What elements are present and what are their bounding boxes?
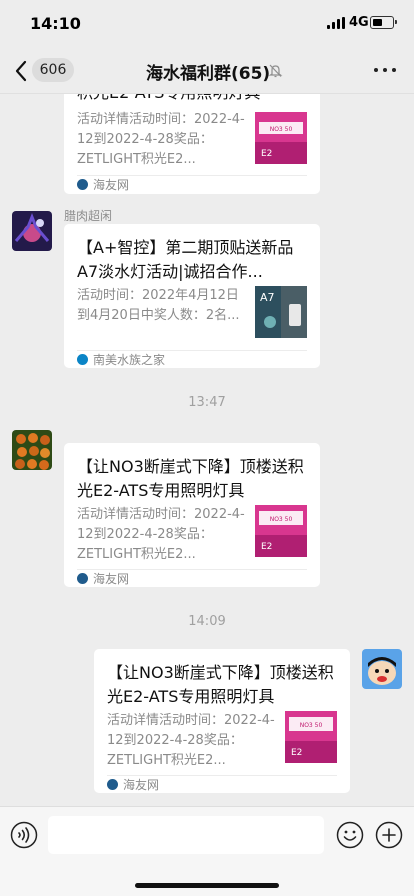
timestamp: 14:09 xyxy=(188,614,226,629)
home-indicator xyxy=(135,883,279,888)
status-bar: 14:10 4G xyxy=(0,0,414,46)
chat-title: 海水福利群(65) xyxy=(146,64,271,84)
source-logo-icon xyxy=(77,573,88,584)
svg-text:E2: E2 xyxy=(261,149,272,159)
message-card[interactable]: 【让NO3断崖式下降】顶楼送积光E2-ATS专用照明灯具 活动详情活动时间：20… xyxy=(94,649,350,793)
card-source: 海友网 xyxy=(77,178,129,192)
thumb-label: E2 xyxy=(261,542,272,552)
card-source: 海友网 xyxy=(77,572,129,586)
avatar[interactable] xyxy=(12,430,52,470)
svg-text:NO3 50: NO3 50 xyxy=(300,722,323,729)
message-card[interactable]: 积光E2-ATS专用照明灯具 活动详情活动时间：2022-4-12到2022-4… xyxy=(64,94,320,194)
card-description: 活动详情活动时间：2022-4-12到2022-4-28奖品：ZETLIGHT积… xyxy=(107,713,275,768)
card-title: 【A+智控】第二期顶贴送新品A7淡水灯活动|诚招合作... xyxy=(77,238,294,281)
battery-icon xyxy=(370,16,397,29)
avatar[interactable] xyxy=(362,649,402,689)
signal-icon xyxy=(327,17,345,29)
plus-icon[interactable] xyxy=(375,821,403,849)
card-thumbnail: NO3 50 E2 xyxy=(255,505,307,557)
card-thumbnail: NO3 50 E2 xyxy=(285,711,337,763)
card-source: 海友网 xyxy=(107,778,159,792)
svg-text:NO3 50: NO3 50 xyxy=(270,126,293,133)
nav-bar: 606 海水福利群(65) xyxy=(0,46,414,94)
voice-input-icon[interactable] xyxy=(10,821,38,849)
chat-area[interactable]: 积光E2-ATS专用照明灯具 活动详情活动时间：2022-4-12到2022-4… xyxy=(0,94,414,806)
unread-count-badge: 606 xyxy=(32,58,74,82)
source-logo-icon xyxy=(107,779,118,790)
message-card[interactable]: 【A+智控】第二期顶贴送新品A7淡水灯活动|诚招合作... 活动时间：2022年… xyxy=(64,224,320,368)
avatar[interactable] xyxy=(12,211,52,251)
card-thumbnail: NO3 50 E2 xyxy=(255,112,307,164)
emoji-icon[interactable] xyxy=(336,821,364,849)
chevron-left-icon xyxy=(15,60,27,82)
card-title: 【让NO3断崖式下降】顶楼送积光E2-ATS专用照明灯具 xyxy=(77,457,304,500)
card-description: 活动详情活动时间：2022-4-12到2022-4-28奖品：ZETLIGHT积… xyxy=(77,507,245,562)
card-description: 活动详情活动时间：2022-4-12到2022-4-28奖品：ZETLIGHT积… xyxy=(77,112,245,167)
thumb-label: E2 xyxy=(291,748,302,758)
more-options-button[interactable] xyxy=(374,68,396,74)
message-input[interactable] xyxy=(48,816,324,854)
back-button[interactable]: 606 xyxy=(12,58,76,84)
source-logo-icon xyxy=(77,354,88,365)
message-card[interactable]: 【让NO3断崖式下降】顶楼送积光E2-ATS专用照明灯具 活动详情活动时间：20… xyxy=(64,443,320,587)
status-time: 14:10 xyxy=(30,14,81,33)
input-bar xyxy=(0,806,414,896)
sender-name: 腊肉超闲 xyxy=(64,209,113,223)
network-type: 4G xyxy=(349,15,369,30)
card-thumbnail: A7 xyxy=(255,286,307,338)
card-title: 【让NO3断崖式下降】顶楼送积光E2-ATS专用照明灯具 xyxy=(107,663,334,706)
card-source: 南美水族之家 xyxy=(77,353,165,367)
thumb-label: A7 xyxy=(260,291,275,304)
card-description: 活动时间：2022年4月12日到4月20日中奖人数：2名... xyxy=(77,288,240,323)
mute-bell-icon xyxy=(268,64,283,78)
card-title: 积光E2-ATS专用照明灯具 xyxy=(77,94,311,105)
source-logo-icon xyxy=(77,179,88,190)
timestamp: 13:47 xyxy=(188,395,226,410)
svg-text:NO3 50: NO3 50 xyxy=(270,516,293,523)
